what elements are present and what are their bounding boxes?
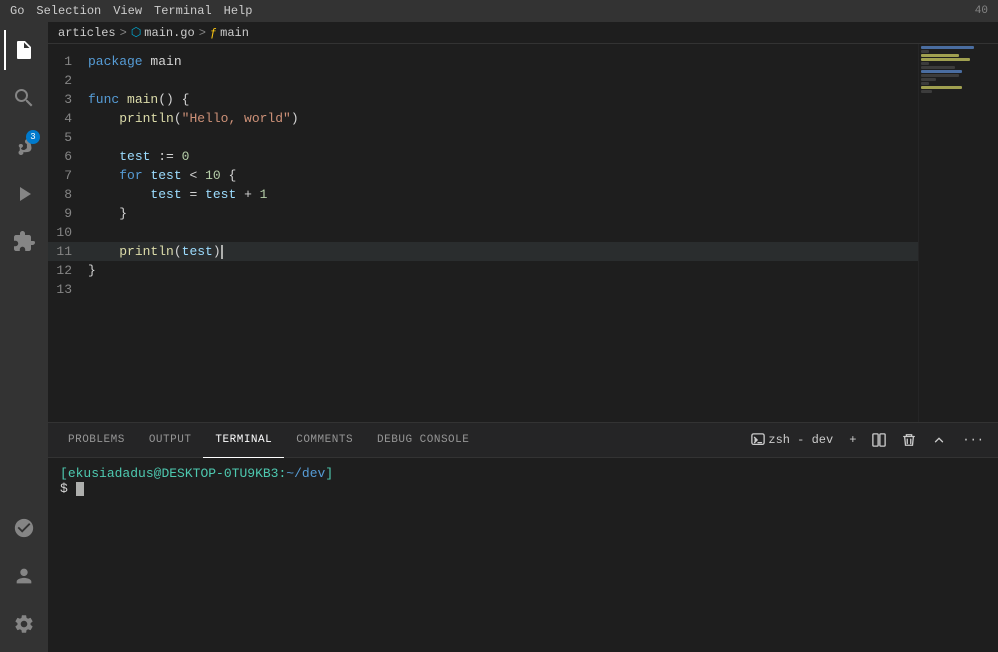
minimap-line (921, 58, 970, 61)
minimap-line (921, 90, 932, 93)
minimap-line (921, 78, 936, 81)
split-terminal-button[interactable] (866, 431, 892, 449)
activity-bar: 3 (0, 22, 48, 652)
code-line-12: 12 } (48, 261, 918, 280)
breadcrumb-articles[interactable]: articles (58, 26, 116, 40)
code-line-1: 1 package main (48, 52, 918, 71)
minimap-line (921, 50, 929, 53)
terminal-input-line: $ (60, 481, 986, 496)
tab-debug-console[interactable]: DEBUG CONSOLE (365, 423, 481, 458)
code-line-10: 10 (48, 223, 918, 242)
menu-go[interactable]: Go (10, 4, 24, 18)
extensions-icon[interactable] (4, 222, 44, 262)
terminal-shell-selector[interactable]: zsh - dev (745, 431, 839, 449)
minimap-line (921, 86, 962, 89)
run-icon[interactable] (4, 174, 44, 214)
panel-content[interactable]: [ekusiadadus@DESKTOP-0TU9KB3:~/dev] $ (48, 458, 998, 652)
settings-icon[interactable] (4, 604, 44, 644)
minimap-line (921, 74, 959, 77)
editor-area: articles > ⬡ main.go > ƒ main 1 package … (48, 22, 998, 652)
minimap-line (921, 46, 974, 49)
split-icon (872, 433, 886, 447)
breadcrumb-symbol[interactable]: main (220, 26, 249, 40)
tab-terminal[interactable]: TERMINAL (203, 423, 284, 458)
code-line-2: 2 (48, 71, 918, 90)
code-line-13: 13 (48, 280, 918, 299)
panel: PROBLEMS OUTPUT TERMINAL COMMENTS DEBUG … (48, 422, 998, 652)
minimap-line (921, 54, 959, 57)
code-line-3: 3 func main() { (48, 90, 918, 109)
code-line-9: 9 } (48, 204, 918, 223)
more-actions-button[interactable]: ··· (956, 431, 990, 449)
trash-icon (902, 433, 916, 447)
minimap-line (921, 62, 929, 65)
notification-count: 40 (975, 5, 988, 17)
code-line-8: 8 test = test + 1 (48, 185, 918, 204)
minimap (918, 44, 998, 422)
code-line-11: 11 println(test) (48, 242, 918, 261)
code-line-5: 5 (48, 128, 918, 147)
add-icon: + (849, 433, 856, 447)
menu-view[interactable]: View (113, 4, 142, 18)
minimap-line (921, 70, 962, 73)
terminal-output-line: [ekusiadadus@DESKTOP-0TU9KB3:~/dev] (60, 466, 986, 481)
minimap-line (921, 82, 929, 85)
ellipsis-icon: ··· (962, 433, 984, 447)
menu-terminal[interactable]: Terminal (154, 4, 212, 18)
breadcrumb-sep-2: > (199, 26, 206, 40)
menu-selection[interactable]: Selection (36, 4, 101, 18)
terminal-prompt: [ekusiadadus@DESKTOP-0TU9KB3:~/dev] (60, 466, 333, 481)
shell-label: zsh - dev (768, 433, 833, 447)
tab-problems[interactable]: PROBLEMS (56, 423, 137, 458)
breadcrumb-go-icon: ⬡ (131, 25, 141, 40)
panel-tabs: PROBLEMS OUTPUT TERMINAL COMMENTS DEBUG … (48, 423, 998, 458)
top-bar: Go Selection View Terminal Help 40 (0, 0, 998, 22)
accounts-icon[interactable] (4, 556, 44, 596)
code-editor[interactable]: 1 package main 2 3 func main() { 4 print… (48, 44, 918, 422)
remote-icon[interactable] (4, 508, 44, 548)
tab-comments[interactable]: COMMENTS (284, 423, 365, 458)
minimap-line (921, 66, 955, 69)
collapse-panel-button[interactable] (926, 431, 952, 449)
kill-terminal-button[interactable] (896, 431, 922, 449)
menu-help[interactable]: Help (224, 4, 253, 18)
breadcrumb-func-icon: ƒ (210, 26, 217, 40)
tab-output[interactable]: OUTPUT (137, 423, 204, 458)
files-icon[interactable] (4, 30, 44, 70)
terminal-cursor (76, 482, 84, 496)
code-line-6: 6 test := 0 (48, 147, 918, 166)
editor-main: 1 package main 2 3 func main() { 4 print… (48, 44, 998, 422)
minimap-content (919, 44, 998, 96)
breadcrumb: articles > ⬡ main.go > ƒ main (48, 22, 998, 44)
breadcrumb-file[interactable]: main.go (144, 26, 194, 40)
search-icon[interactable] (4, 78, 44, 118)
breadcrumb-sep-1: > (120, 26, 127, 40)
source-control-icon[interactable]: 3 (4, 126, 44, 166)
code-line-4: 4 println("Hello, world") (48, 109, 918, 128)
code-line-7: 7 for test < 10 { (48, 166, 918, 185)
prompt-symbol: $ (60, 481, 76, 496)
chevron-up-icon (932, 433, 946, 447)
terminal-icon (751, 433, 765, 447)
source-control-badge: 3 (26, 130, 40, 144)
panel-toolbar: zsh - dev + (745, 431, 990, 449)
add-terminal-button[interactable]: + (843, 431, 862, 449)
